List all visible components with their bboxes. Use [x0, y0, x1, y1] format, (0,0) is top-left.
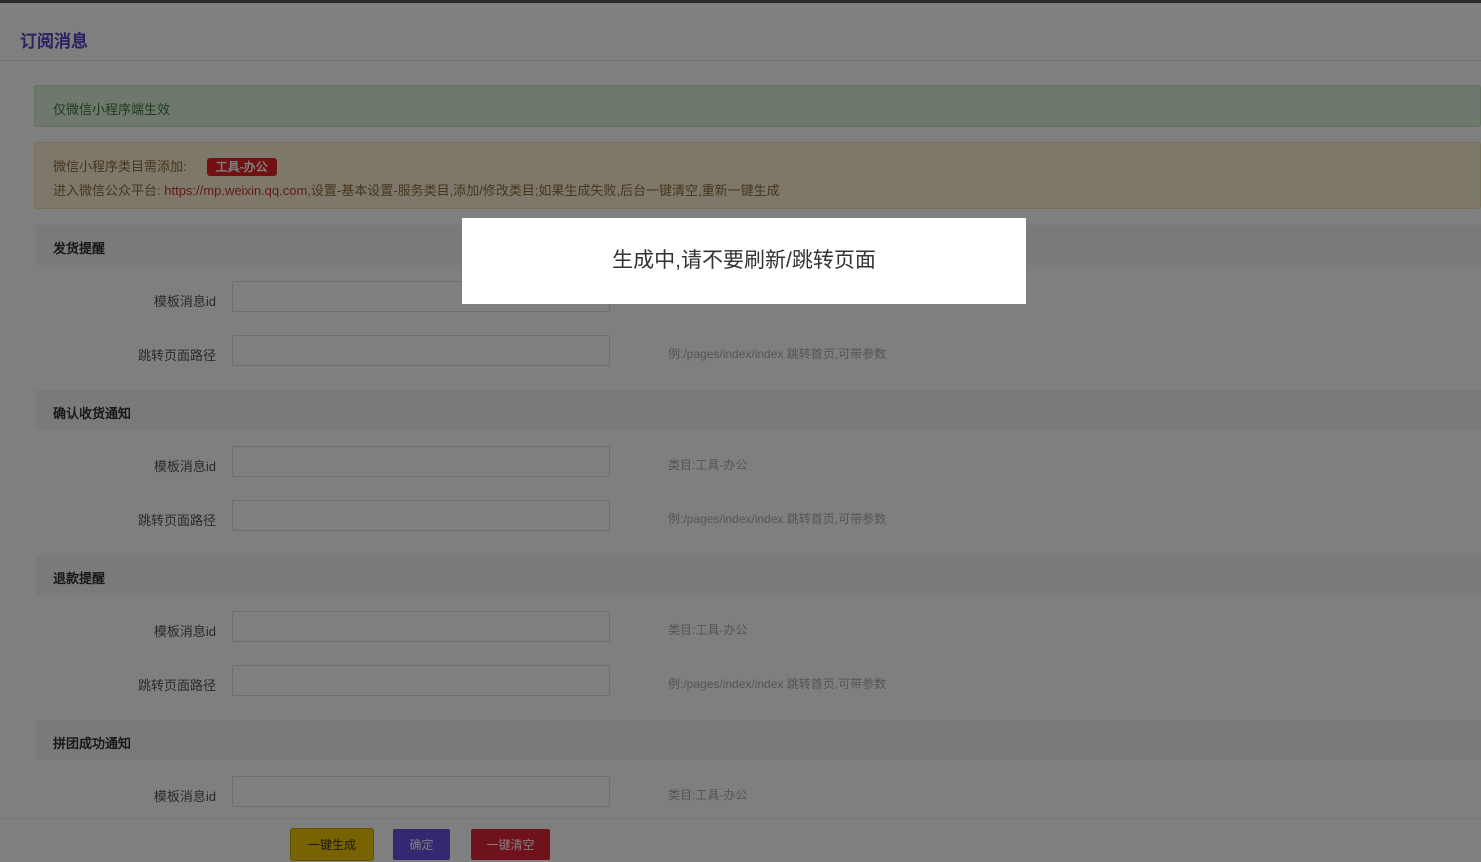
loading-modal: 生成中,请不要刷新/跳转页面 — [462, 218, 1026, 304]
loading-overlay — [0, 0, 1481, 862]
loading-message: 生成中,请不要刷新/跳转页面 — [612, 249, 876, 272]
